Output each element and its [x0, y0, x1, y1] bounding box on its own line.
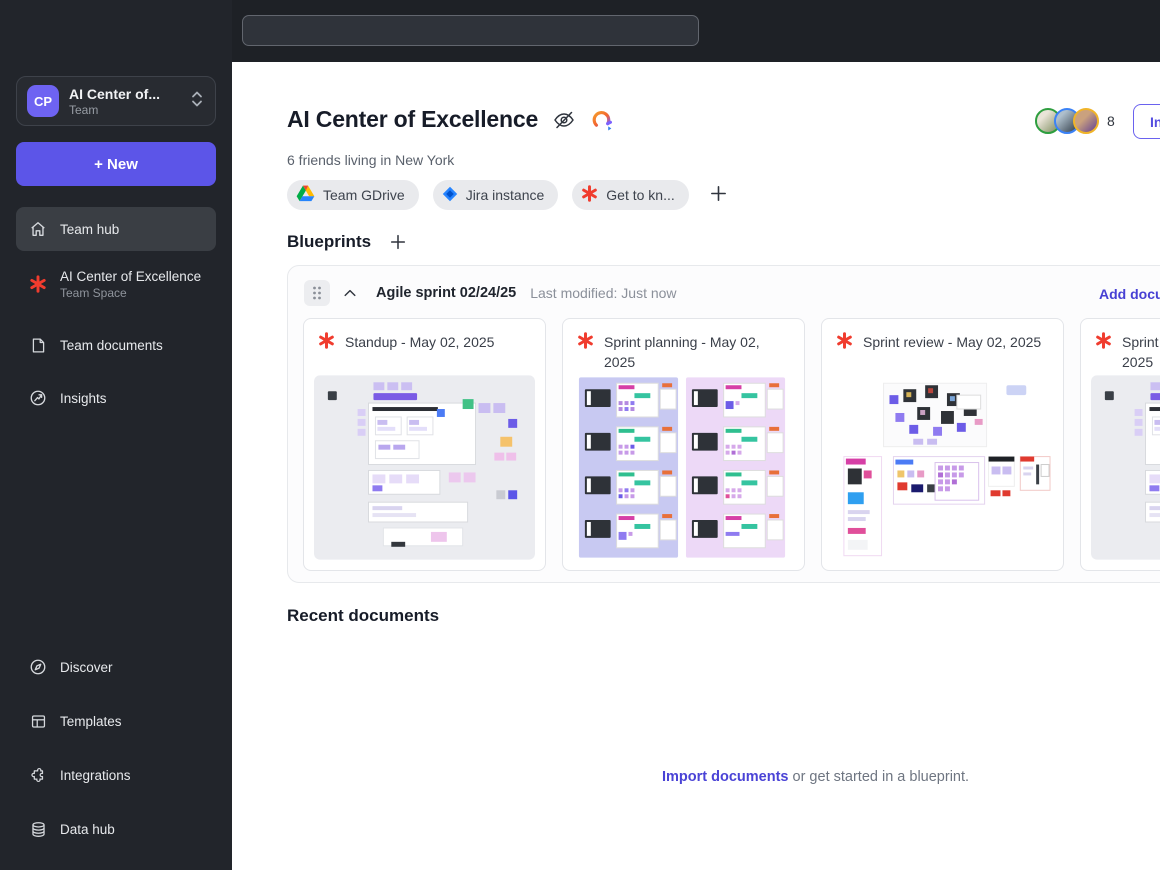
chip-team-gdrive[interactable]: Team GDrive [287, 180, 419, 210]
card-asterisk-icon [577, 332, 594, 354]
layout-icon [28, 711, 48, 731]
sidebar-item-label: Insights [60, 390, 107, 406]
card-asterisk-icon [318, 332, 335, 354]
eye-off-icon[interactable] [552, 108, 576, 132]
collapse-chevron-icon[interactable] [342, 285, 358, 301]
card-title: Sprint review - May 02, 2025 [863, 334, 1042, 350]
sidebar: CP AI Center of... Team + New Team hub A… [0, 0, 232, 870]
board-thumbnail [314, 375, 535, 560]
sidebar-item-team-hub[interactable]: Team hub [16, 207, 216, 251]
card-title: Sprint 2025 [1122, 334, 1159, 371]
invite-button[interactable]: Invite [1133, 104, 1160, 139]
blueprint-card-sprint-4[interactable]: Sprint 2025 [1080, 318, 1160, 571]
sidebar-item-data-hub[interactable]: Data hub [16, 807, 216, 851]
recent-documents-heading: Recent documents [287, 606, 440, 625]
chip-get-to-know[interactable]: Get to kn... [572, 180, 689, 210]
sidebar-item-label: AI Center of Excellence [60, 268, 202, 284]
sidebar-item-insights[interactable]: Insights [16, 376, 216, 420]
gdrive-icon [296, 185, 315, 205]
member-count: 8 [1107, 113, 1115, 129]
board-thumbnail [573, 375, 794, 560]
blueprints-heading: Blueprints [287, 232, 372, 251]
main-content: AI Center of Excellence 8 In 6 friends l… [232, 62, 1160, 870]
page-title: AI Center of Excellence [287, 106, 539, 132]
board-thumbnail [1091, 375, 1160, 560]
search-input[interactable] [242, 15, 699, 46]
sidebar-item-sublabel: Team Space [60, 285, 127, 300]
miro-asterisk-icon [28, 274, 48, 294]
team-name: AI Center of... [69, 85, 161, 102]
home-icon [28, 219, 48, 239]
team-selector[interactable]: CP AI Center of... Team [16, 76, 216, 126]
import-documents-link[interactable]: Import documents [662, 769, 788, 785]
team-description: 6 friends living in New York [287, 152, 455, 168]
sidebar-item-templates[interactable]: Templates [16, 699, 216, 743]
miro-asterisk-icon [581, 185, 598, 205]
team-type: Team [69, 102, 99, 117]
sidebar-item-label: Team documents [60, 337, 163, 353]
blueprint-card-standup[interactable]: Standup - May 02, 2025 [303, 318, 546, 571]
sidebar-item-label: Data hub [60, 821, 115, 837]
sidebar-item-label: Team hub [60, 221, 120, 237]
document-icon [28, 335, 48, 355]
sidebar-item-team-documents[interactable]: Team documents [16, 323, 216, 367]
team-avatar: CP [27, 85, 59, 117]
sidebar-item-label: Templates [60, 713, 122, 729]
sidebar-item-discover[interactable]: Discover [16, 645, 216, 689]
card-asterisk-icon [1095, 332, 1112, 354]
blueprint-card-sprint-review[interactable]: Sprint review - May 02, 2025 [821, 318, 1064, 571]
empty-state-rest: or get started in a blueprint. [788, 769, 970, 785]
sidebar-item-team-space[interactable]: AI Center of Excellence Team Space [16, 260, 216, 308]
chip-label: Team GDrive [323, 187, 405, 203]
new-button[interactable]: + New [16, 142, 216, 186]
chip-jira-instance[interactable]: Jira instance [432, 180, 559, 210]
empty-state-text: Import documents or get started in a blu… [662, 769, 969, 785]
sprint-loop-icon [590, 107, 615, 132]
avatar-stack[interactable]: 8 [1035, 108, 1115, 134]
compass-icon [28, 657, 48, 677]
card-asterisk-icon [836, 332, 853, 354]
database-icon [28, 819, 48, 839]
puzzle-icon [28, 765, 48, 785]
sidebar-item-label: Integrations [60, 767, 131, 783]
last-modified: Last modified: Just now [530, 285, 677, 301]
add-blueprint-button[interactable] [389, 233, 407, 251]
blueprint-group-panel: Agile sprint 02/24/25 Last modified: Jus… [287, 265, 1160, 583]
sidebar-item-label: Discover [60, 659, 113, 675]
board-thumbnail [832, 375, 1053, 560]
chevron-updown-icon [189, 89, 205, 114]
add-documents-link[interactable]: Add documents [1099, 286, 1160, 302]
sidebar-item-integrations[interactable]: Integrations [16, 753, 216, 797]
member-avatar [1073, 108, 1099, 134]
app-window: CP AI Center of... Team + New Team hub A… [0, 0, 1160, 870]
card-title: Standup - May 02, 2025 [345, 334, 495, 350]
chip-label: Get to kn... [606, 187, 675, 203]
add-chip-button[interactable] [703, 182, 734, 208]
blueprint-group-title: Agile sprint 02/24/25 [376, 285, 517, 301]
blueprint-card-sprint-planning[interactable]: Sprint planning - May 02, 2025 [562, 318, 805, 571]
trend-circle-icon [28, 388, 48, 408]
card-title: Sprint planning - May 02, 2025 [604, 334, 760, 371]
chip-label: Jira instance [465, 187, 545, 203]
drag-handle-icon[interactable] [304, 280, 330, 306]
jira-icon [442, 186, 458, 205]
